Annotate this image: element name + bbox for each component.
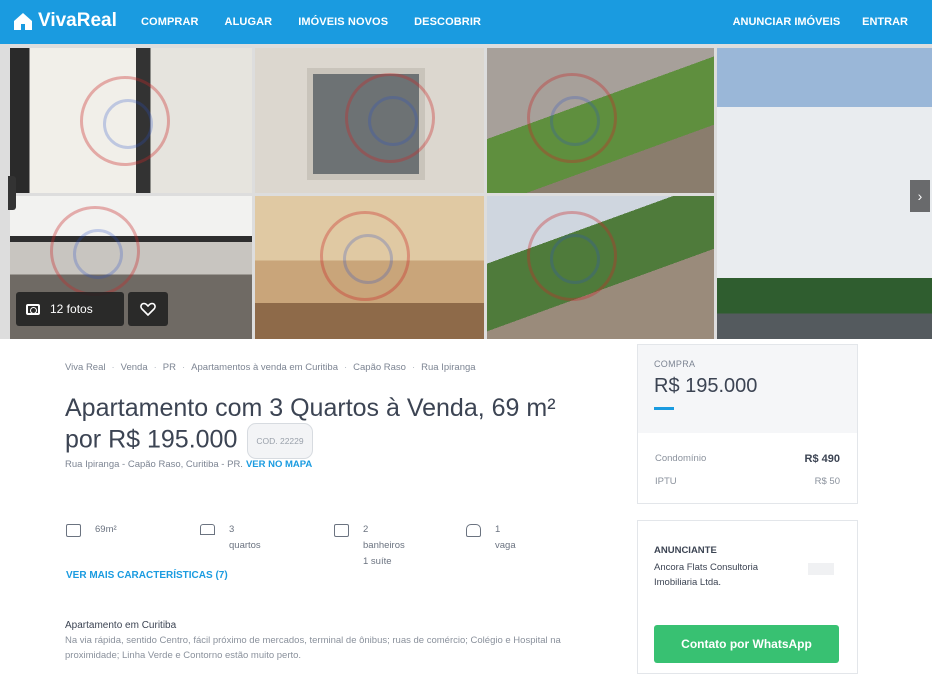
- price-accent-bar: [654, 407, 674, 410]
- photo-party-room[interactable]: [255, 196, 484, 339]
- more-features-link[interactable]: VER MAIS CARACTERÍSTICAS (7): [66, 570, 228, 581]
- feature-suites-value: 1 suíte: [363, 556, 392, 567]
- gallery-prev-handle[interactable]: [8, 176, 16, 210]
- photo-gallery[interactable]: › 12 fotos: [0, 44, 932, 339]
- feature-area-value: 69m²: [95, 524, 117, 535]
- breadcrumb: Viva Real · Venda · PR · Apartamentos à ven…: [65, 362, 482, 373]
- listing-title: Apartamento com 3 Quartos à Venda, 69 m²…: [65, 393, 605, 459]
- breadcrumb-separator: ·: [111, 362, 115, 373]
- iptu-label: IPTU: [655, 476, 677, 487]
- ancora-watermark: [527, 211, 617, 301]
- condo-fee-row: Condomínio R$ 490: [638, 453, 857, 465]
- whatsapp-contact-button[interactable]: Contato por WhatsApp: [654, 625, 839, 663]
- vivareal-logo-icon: [14, 13, 32, 30]
- price-type-label: COMPRA: [654, 359, 696, 369]
- view-map-link[interactable]: VER NO MAPA: [246, 459, 312, 470]
- photo-covered-walkway[interactable]: [487, 196, 714, 339]
- vivareal-logo[interactable]: VivaReal: [12, 10, 117, 32]
- gallery-next-arrow-icon[interactable]: ›: [910, 180, 930, 212]
- nav-entrar[interactable]: ENTRAR: [862, 16, 908, 28]
- feature-bedrooms: 3 quartos: [200, 524, 261, 554]
- nav-right: ANUNCIAR IMÓVEIS ENTRAR: [711, 0, 908, 44]
- feature-parking-value: 1 vaga: [495, 524, 516, 551]
- nav-imoveis-novos[interactable]: IMÓVEIS NOVOS: [298, 16, 388, 28]
- price-value: R$ 195.000: [654, 375, 758, 397]
- breadcrumb-separator: ·: [182, 362, 186, 373]
- advertiser-name[interactable]: Ancora Flats Consultoria Imobiliaria Ltd…: [654, 560, 794, 590]
- camera-icon: [26, 303, 40, 315]
- brand-name: VivaReal: [38, 10, 117, 31]
- price-header: COMPRA R$ 195.000: [638, 345, 857, 433]
- breadcrumb-item[interactable]: PR: [163, 362, 176, 373]
- listing-address: Rua Ipiranga - Capão Raso, Curitiba - PR…: [65, 459, 312, 470]
- iptu-value: R$ 50: [814, 476, 840, 487]
- top-navbar: VivaReal COMPRAR ALUGAR IMÓVEIS NOVOS DE…: [0, 0, 932, 44]
- description-body: Na via rápida, sentido Centro, fácil pró…: [65, 635, 561, 661]
- title-line-2: por R$ 195.000: [65, 425, 238, 454]
- condo-fee-label: Condomínio: [655, 453, 707, 464]
- description-title: Apartamento em Curitiba: [65, 620, 177, 631]
- ancora-watermark: [345, 73, 435, 163]
- photo-building-facade[interactable]: [717, 48, 932, 339]
- breadcrumb-separator: ·: [153, 362, 157, 373]
- iptu-row: IPTU R$ 50: [638, 476, 857, 487]
- ancora-watermark: [50, 206, 140, 296]
- feature-area: 69m²: [66, 524, 117, 538]
- main-nav: COMPRAR ALUGAR IMÓVEIS NOVOS DESCOBRIR: [141, 0, 507, 44]
- photos-count-label: 12 fotos: [50, 302, 93, 316]
- breadcrumb-item[interactable]: Venda: [121, 362, 148, 373]
- feature-bathrooms-text: 2 banheiros 1 suíte: [363, 522, 405, 570]
- area-icon: [66, 524, 81, 537]
- nav-descobrir[interactable]: DESCOBRIR: [414, 16, 481, 28]
- listing-code-badge: COD. 22229: [247, 423, 313, 459]
- photo-window[interactable]: [255, 48, 484, 193]
- address-text: Rua Ipiranga - Capão Raso, Curitiba - PR…: [65, 459, 243, 470]
- title-line-1: Apartamento com 3 Quartos à Venda, 69 m²: [65, 394, 556, 422]
- breadcrumb-separator: ·: [343, 362, 348, 373]
- ancora-watermark: [320, 211, 410, 301]
- feature-parking: 1 vaga: [466, 524, 516, 554]
- advertiser-logo: [808, 563, 834, 575]
- nav-anunciar-imoveis[interactable]: ANUNCIAR IMÓVEIS: [733, 16, 841, 28]
- breadcrumb-item[interactable]: Rua Ipiranga: [421, 362, 475, 373]
- advertiser-title: ANUNCIANTE: [654, 545, 717, 556]
- feature-bathrooms: 2 banheiros 1 suíte: [334, 524, 405, 570]
- ancora-watermark: [80, 76, 170, 166]
- feature-bedrooms-value: 3 quartos: [229, 524, 261, 551]
- car-icon: [466, 524, 481, 537]
- favorite-button[interactable]: [128, 292, 168, 326]
- breadcrumb-item[interactable]: Viva Real: [65, 362, 106, 373]
- view-photos-button[interactable]: 12 fotos: [16, 292, 124, 326]
- ancora-watermark: [527, 73, 617, 163]
- condo-fee-value: R$ 490: [804, 453, 840, 465]
- bathtub-icon: [334, 524, 349, 537]
- breadcrumb-item[interactable]: Capão Raso: [353, 362, 406, 373]
- price-card: COMPRA R$ 195.000 Condomínio R$ 490 IPTU…: [637, 344, 858, 504]
- nav-alugar[interactable]: ALUGAR: [225, 16, 273, 28]
- breadcrumb-item[interactable]: Apartamentos à venda em Curitiba: [191, 362, 338, 373]
- photo-garden-walkway[interactable]: [487, 48, 714, 193]
- title-line-2-wrap: por R$ 195.000 COD. 22229: [65, 423, 605, 459]
- feature-bathrooms-value: 2 banheiros: [363, 524, 405, 551]
- breadcrumb-separator: ·: [411, 362, 416, 373]
- nav-comprar[interactable]: COMPRAR: [141, 16, 199, 28]
- heart-icon: [140, 302, 156, 316]
- photo-bathroom[interactable]: [10, 48, 252, 193]
- advertiser-card: ANUNCIANTE Ancora Flats Consultoria Imob…: [637, 520, 858, 674]
- bed-icon: [200, 524, 215, 535]
